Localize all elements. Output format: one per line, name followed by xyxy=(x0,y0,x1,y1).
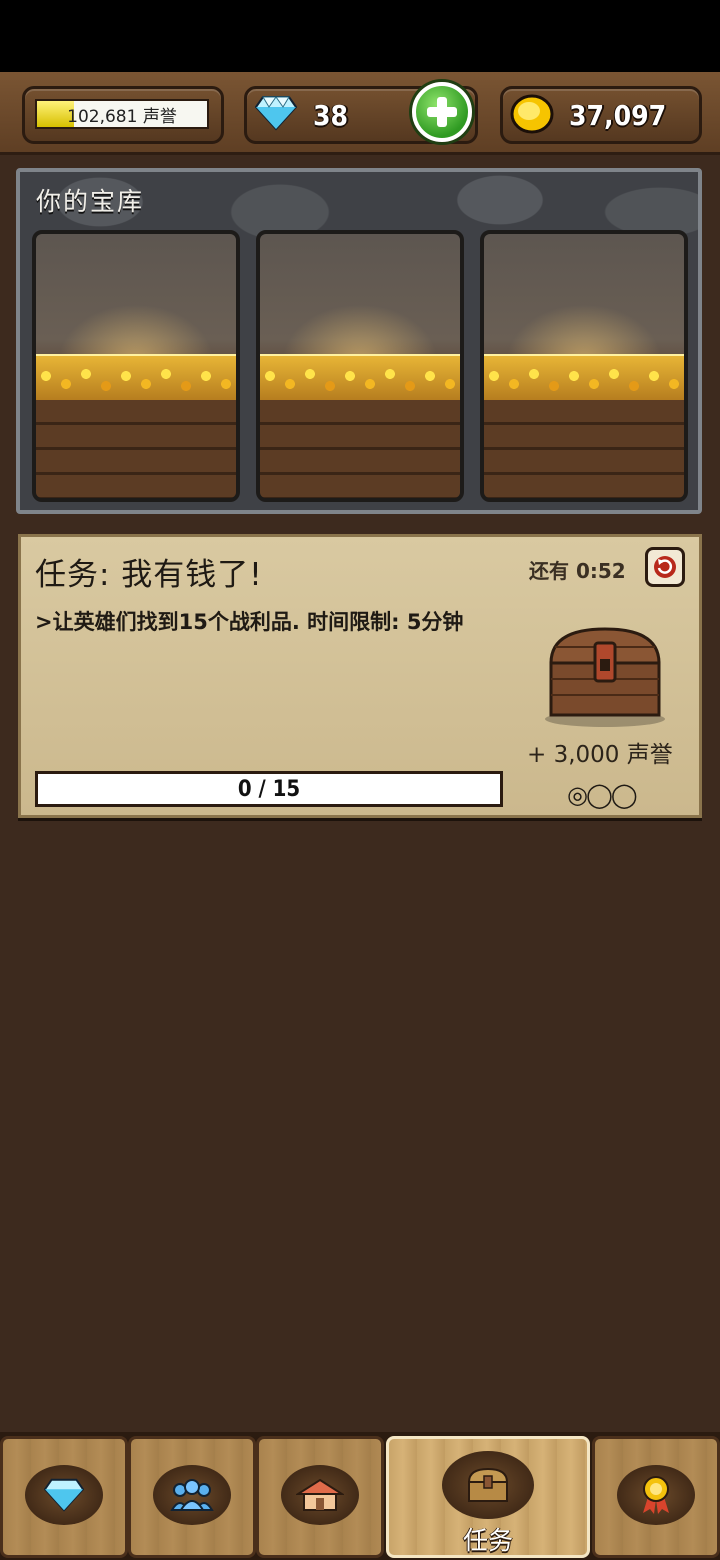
tab-shop[interactable] xyxy=(0,1436,128,1558)
vault-slot[interactable] xyxy=(256,230,464,502)
gold-count: 37,097 xyxy=(569,99,667,132)
diamond-icon xyxy=(44,1478,84,1512)
tab-achievements[interactable] xyxy=(592,1436,720,1558)
resource-header: 102,681 声誉 38 37,097 xyxy=(0,72,720,155)
vault-slot-floor xyxy=(36,400,236,498)
refresh-quest-button[interactable] xyxy=(645,547,685,587)
quest-timer: 还有 0:52 xyxy=(529,559,626,583)
gold-coin-icon xyxy=(510,94,554,134)
vault-title: 你的宝库 xyxy=(36,187,145,216)
reputation-bar: 102,681 声誉 xyxy=(35,99,209,129)
quest-progress-bar: 0 / 15 xyxy=(35,771,503,807)
quest-difficulty-rating: ◎◯◯ xyxy=(567,781,638,809)
gold-pile-icon xyxy=(484,354,684,402)
status-bar-area xyxy=(0,0,720,72)
reputation-panel: 102,681 声誉 xyxy=(22,86,224,144)
people-icon xyxy=(170,1479,214,1511)
quest-description: >让英雄们找到15个战利品. 时间限制: 5分钟 xyxy=(35,610,464,634)
gem-count: 38 xyxy=(313,99,349,132)
tab-quests[interactable]: 任务 xyxy=(386,1436,590,1558)
quest-title: 任务: 我有钱了! xyxy=(35,557,263,593)
gold-pile-icon xyxy=(260,354,460,402)
vault-slot-floor xyxy=(484,400,684,498)
house-icon xyxy=(296,1478,344,1511)
quest-card: 任务: 我有钱了! 还有 0:52 >让英雄们找到15个战利品. 时间限制: 5… xyxy=(18,534,702,818)
quest-progress-text: 0 / 15 xyxy=(237,776,301,802)
plus-icon xyxy=(427,97,457,127)
vault-slot[interactable] xyxy=(480,230,688,502)
tab-icon-badge xyxy=(442,1451,534,1519)
quest-reward: + 3,000 声誉 xyxy=(527,742,673,768)
diamond-icon xyxy=(255,96,297,131)
tab-icon-badge xyxy=(153,1465,231,1525)
bottom-tab-bar: 任务 xyxy=(0,1432,720,1560)
refresh-icon xyxy=(654,556,676,578)
tab-town[interactable] xyxy=(256,1436,384,1558)
treasure-chest-icon xyxy=(545,627,665,727)
tab-quests-label: 任务 xyxy=(462,1526,513,1555)
tab-icon-badge xyxy=(25,1465,103,1525)
medal-icon xyxy=(643,1476,669,1514)
chest-icon xyxy=(467,1467,509,1502)
add-gems-button[interactable] xyxy=(412,82,472,142)
vault-slot[interactable] xyxy=(32,230,240,502)
reputation-value: 102,681 声誉 xyxy=(67,106,177,127)
vault-slot-floor xyxy=(260,400,460,498)
tab-icon-badge xyxy=(281,1465,359,1525)
vault-panel: 你的宝库 xyxy=(16,168,702,514)
tab-heroes[interactable] xyxy=(128,1436,256,1558)
gold-pile-icon xyxy=(36,354,236,402)
tab-icon-badge xyxy=(617,1465,695,1525)
gold-panel: 37,097 xyxy=(500,86,702,144)
